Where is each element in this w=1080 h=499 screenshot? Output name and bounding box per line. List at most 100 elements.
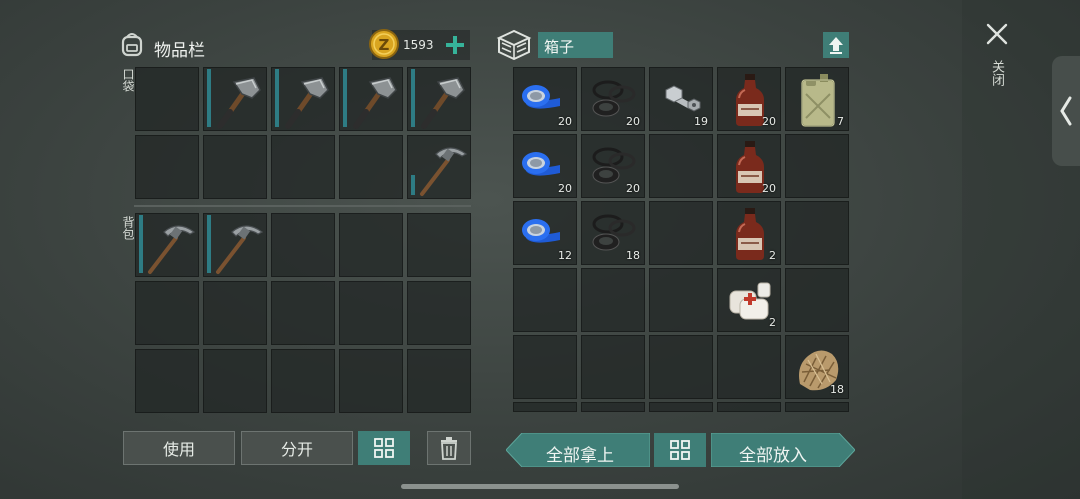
close-label[interactable]: 关闭 (988, 60, 1004, 86)
trash-button[interactable] (427, 431, 471, 465)
box-slot[interactable] (785, 201, 849, 265)
box-title: 箱子 (544, 38, 575, 56)
put-all-label: 全部放入 (739, 446, 807, 466)
chevron-left-icon (1060, 96, 1072, 126)
backpack-slot[interactable] (135, 281, 199, 345)
item-count: 2 (769, 249, 776, 262)
pocket-slot[interactable] (339, 135, 403, 199)
backpack-slot[interactable] (135, 349, 199, 413)
box-slot[interactable]: 20 (581, 134, 645, 198)
box-slot[interactable]: 20 (717, 134, 781, 198)
item-count: 20 (762, 115, 776, 128)
box-slot[interactable] (513, 268, 577, 332)
box-slot[interactable]: 12 (513, 201, 577, 265)
split-button[interactable]: 分开 (241, 431, 353, 465)
inventory-title: 物品栏 (154, 41, 205, 61)
take-all-button[interactable]: 全部拿上 (506, 433, 650, 467)
box-slot[interactable] (717, 402, 781, 412)
backpack-slot[interactable] (203, 213, 267, 277)
backpack-slot[interactable] (135, 213, 199, 277)
pickaxe-icon (408, 136, 472, 200)
box-slot[interactable] (513, 335, 577, 399)
box-slot[interactable]: 2 (717, 268, 781, 332)
backpack-slot[interactable] (271, 213, 335, 277)
box-slot[interactable] (785, 134, 849, 198)
pocket-label: 口袋 (121, 68, 135, 92)
box-slot[interactable] (649, 335, 713, 399)
item-count: 7 (837, 115, 844, 128)
sledgehammer-icon (272, 68, 336, 132)
pocket-slot[interactable] (135, 135, 199, 199)
grid-icon (374, 438, 394, 458)
sledgehammer-icon (204, 68, 268, 132)
side-drawer-tab[interactable] (1052, 56, 1080, 166)
pocket-slot[interactable] (407, 135, 471, 199)
home-indicator (401, 484, 679, 489)
item-count: 20 (558, 115, 572, 128)
box-slot[interactable] (785, 402, 849, 412)
box-slot[interactable] (513, 402, 577, 412)
item-count: 20 (626, 115, 640, 128)
close-icon[interactable] (985, 22, 1009, 46)
box-slot[interactable]: 2 (717, 201, 781, 265)
backpack-slot[interactable] (339, 281, 403, 345)
put-all-button[interactable]: 全部放入 (711, 433, 855, 467)
coin-icon: Z (369, 29, 399, 59)
box-slot[interactable] (581, 335, 645, 399)
box-name-field[interactable]: 箱子 (538, 32, 613, 58)
upload-button[interactable] (823, 32, 849, 58)
backpack-icon (121, 33, 143, 57)
box-sort-button[interactable] (654, 433, 706, 467)
trash-icon (441, 437, 457, 460)
inventory-sort-button[interactable] (358, 431, 410, 465)
backpack-slot[interactable] (203, 349, 267, 413)
backpack-slot[interactable] (203, 281, 267, 345)
item-count: 18 (830, 383, 844, 396)
pocket-slot[interactable] (271, 135, 335, 199)
backpack-slot[interactable] (271, 349, 335, 413)
item-count: 20 (626, 182, 640, 195)
box-slot[interactable] (649, 268, 713, 332)
box-slot[interactable]: 20 (717, 67, 781, 131)
box-slot[interactable] (717, 335, 781, 399)
item-count: 18 (626, 249, 640, 262)
box-slot[interactable]: 20 (513, 134, 577, 198)
pocket-slot[interactable] (271, 67, 335, 131)
item-count: 19 (694, 115, 708, 128)
pocket-slot[interactable] (203, 67, 267, 131)
backpack-slot[interactable] (339, 213, 403, 277)
inventory-header: 物品栏 Z 1593 (118, 28, 478, 62)
use-button[interactable]: 使用 (123, 431, 235, 465)
backpack-slot[interactable] (271, 281, 335, 345)
box-slot[interactable]: 19 (649, 67, 713, 131)
plus-icon[interactable] (444, 34, 466, 56)
sledgehammer-icon (340, 68, 404, 132)
pocket-slot[interactable] (135, 67, 199, 131)
backpack-slot[interactable] (339, 349, 403, 413)
box-slot[interactable] (785, 268, 849, 332)
box-slot[interactable]: 7 (785, 67, 849, 131)
box-slot[interactable] (649, 201, 713, 265)
backpack-slot[interactable] (407, 281, 471, 345)
box-slot[interactable] (649, 134, 713, 198)
grid-icon (670, 440, 690, 460)
pocket-backpack-divider (134, 205, 471, 207)
pocket-slot[interactable] (203, 135, 267, 199)
box-slot[interactable] (581, 402, 645, 412)
item-count: 12 (558, 249, 572, 262)
currency-amount: 1593 (403, 38, 434, 52)
box-header: 箱子 (496, 28, 852, 62)
backpack-slot[interactable] (407, 213, 471, 277)
box-slot[interactable]: 20 (513, 67, 577, 131)
upload-icon (829, 37, 843, 54)
box-slot[interactable] (581, 268, 645, 332)
box-slot[interactable] (649, 402, 713, 412)
box-slot[interactable]: 18 (581, 201, 645, 265)
pocket-slot[interactable] (407, 67, 471, 131)
box-slot[interactable]: 20 (581, 67, 645, 131)
pocket-slot[interactable] (339, 67, 403, 131)
backpack-label: 背包 (121, 216, 135, 240)
box-slot[interactable]: 18 (785, 335, 849, 399)
backpack-slot[interactable] (407, 349, 471, 413)
item-count: 20 (762, 182, 776, 195)
